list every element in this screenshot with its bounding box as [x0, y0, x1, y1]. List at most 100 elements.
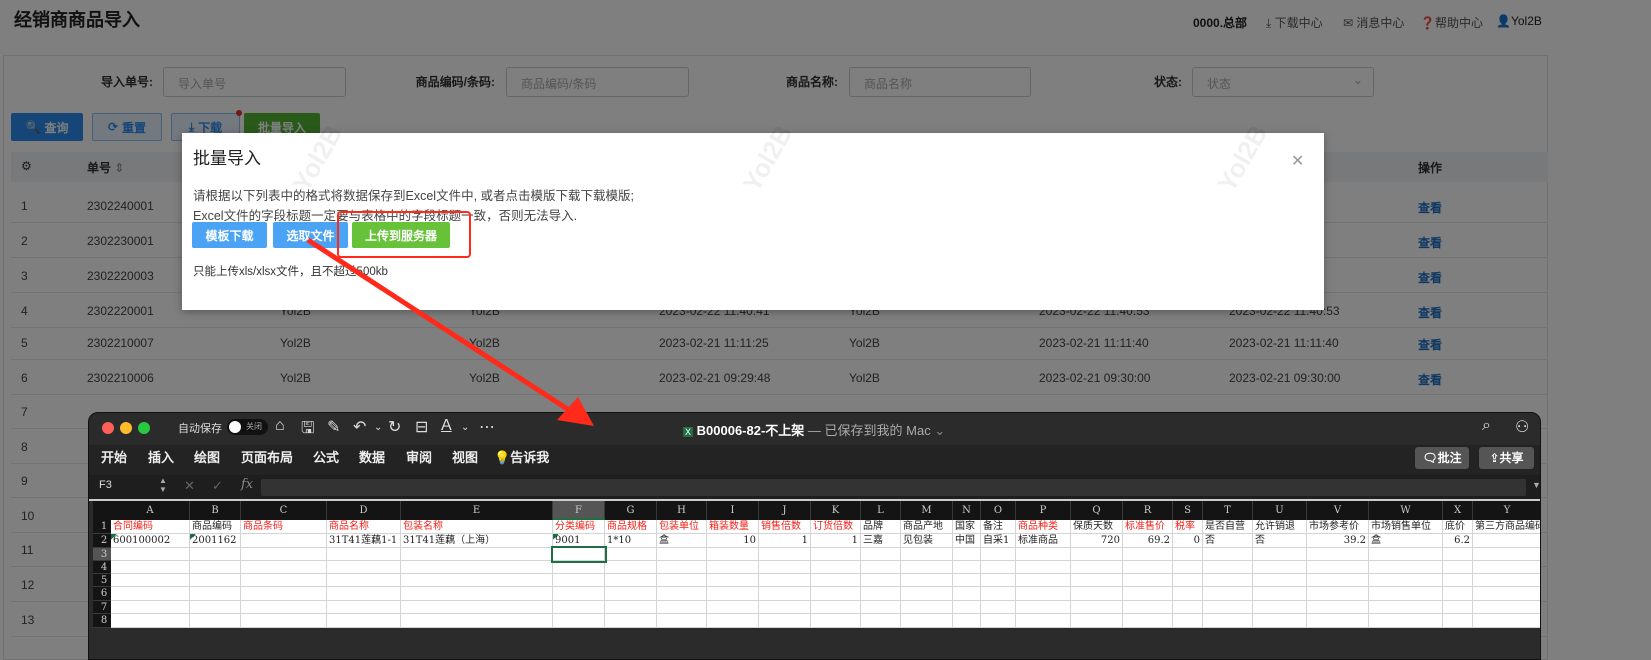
ribbon-tab[interactable]: 插入	[148, 447, 174, 466]
sheet-cell[interactable]	[707, 574, 759, 587]
column-header[interactable]: Q	[1071, 501, 1123, 520]
sheet-cell[interactable]	[1443, 601, 1473, 614]
sheet-cell[interactable]: 31T41莲藕（上海）	[401, 534, 553, 548]
sheet-cell[interactable]	[327, 574, 401, 587]
sheet-cell[interactable]	[1071, 548, 1123, 561]
fit-icon[interactable]: ⊟	[415, 417, 428, 437]
sheet-cell[interactable]	[401, 548, 553, 561]
column-header[interactable]: D	[327, 501, 401, 520]
sheet-cell[interactable]	[241, 587, 327, 601]
sheet-cell[interactable]: 品牌	[861, 520, 901, 534]
sheet-cell[interactable]	[111, 574, 190, 587]
sheet-cell[interactable]	[1173, 548, 1203, 561]
sheet-cell[interactable]	[1369, 587, 1443, 601]
sheet-cell[interactable]	[1473, 534, 1540, 548]
sheet-cell[interactable]	[1173, 561, 1203, 574]
sheet-cell[interactable]: 31T41莲藕1-1	[327, 534, 401, 548]
sheet-cell[interactable]	[605, 574, 657, 587]
formula-input[interactable]	[261, 479, 1526, 496]
sheet-cell[interactable]: 允许销退	[1253, 520, 1307, 534]
sheet-cell[interactable]	[1253, 561, 1307, 574]
sheet-cell[interactable]	[861, 548, 901, 561]
sheet-cell[interactable]	[1307, 614, 1369, 628]
sheet-cell[interactable]: 保质天数	[1071, 520, 1123, 534]
sheet-cell[interactable]	[811, 601, 861, 614]
sheet-cell[interactable]	[1307, 548, 1369, 561]
redo-icon[interactable]: ↻	[388, 417, 401, 437]
sheet-cell[interactable]	[1123, 561, 1173, 574]
sheet-cell[interactable]: 国家	[953, 520, 981, 534]
template-download-button[interactable]: 模板下载	[192, 222, 267, 248]
sheet-cell[interactable]	[111, 561, 190, 574]
sheet-cell[interactable]: 订货倍数	[811, 520, 861, 534]
sheet-cell[interactable]	[605, 548, 657, 561]
sheet-cell[interactable]	[1071, 587, 1123, 601]
autosave-toggle[interactable]: 关闭	[227, 419, 268, 435]
sheet-cell[interactable]	[241, 534, 327, 548]
sheet-cell[interactable]	[1123, 548, 1173, 561]
sheet-cell[interactable]	[981, 574, 1016, 587]
sheet-cell[interactable]	[1016, 587, 1071, 601]
sheet-cell[interactable]	[953, 587, 981, 601]
sheet-cell[interactable]	[1307, 574, 1369, 587]
sheet-cell[interactable]: 包装名称	[401, 520, 553, 534]
sheet-cell[interactable]	[1203, 548, 1253, 561]
sheet-cell[interactable]	[1443, 587, 1473, 601]
sheet-cell[interactable]	[605, 561, 657, 574]
column-header[interactable]: N	[953, 501, 981, 520]
name-box[interactable]: F3	[99, 479, 112, 491]
sheet-cell[interactable]: 备注	[981, 520, 1016, 534]
ribbon-tab[interactable]: 💡告诉我	[494, 447, 549, 466]
sheet-cell[interactable]	[111, 587, 190, 601]
sheet-cell[interactable]	[1443, 574, 1473, 587]
sheet-cell[interactable]: 商品条码	[241, 520, 327, 534]
sheet-cell[interactable]: 商品规格	[605, 520, 657, 534]
sheet-cell[interactable]: 1*10	[605, 534, 657, 548]
sheet-cell[interactable]	[605, 587, 657, 601]
sheet-cell[interactable]	[1253, 601, 1307, 614]
sheet-cell[interactable]	[861, 601, 901, 614]
sheet-cell[interactable]	[707, 587, 759, 601]
ribbon-tab[interactable]: 公式	[313, 447, 339, 466]
sheet-cell[interactable]: 标准售价	[1123, 520, 1173, 534]
sheet-cell[interactable]: 标准商品	[1016, 534, 1071, 548]
cancel-icon[interactable]: ✕	[184, 478, 195, 494]
sheet-cell[interactable]: 否	[1203, 534, 1253, 548]
column-header[interactable]: C	[241, 501, 327, 520]
sheet-cell[interactable]	[241, 614, 327, 628]
sheet-cell[interactable]	[901, 614, 953, 628]
sheet-cell[interactable]	[401, 574, 553, 587]
sheet-cell[interactable]	[190, 614, 241, 628]
sheet-cell[interactable]	[241, 574, 327, 587]
ribbon-tab[interactable]: 绘图	[194, 447, 220, 466]
confirm-icon[interactable]: ✓	[212, 478, 223, 494]
ribbon-tab[interactable]: 开始	[101, 447, 127, 466]
sheet-cell[interactable]	[1253, 548, 1307, 561]
sheet-cell[interactable]	[241, 601, 327, 614]
sheet-cell[interactable]: 商品名称	[327, 520, 401, 534]
sheet-cell[interactable]: 720	[1071, 534, 1123, 548]
sheet-cell[interactable]	[657, 561, 707, 574]
sheet-cell[interactable]	[657, 601, 707, 614]
sheet-cell[interactable]	[981, 587, 1016, 601]
sheet-cell[interactable]: 商品编码	[190, 520, 241, 534]
sheet-cell[interactable]: 1	[759, 534, 811, 548]
sheet-cell[interactable]: 合同编码	[111, 520, 190, 534]
column-header[interactable]: O	[981, 501, 1016, 520]
sheet-cell[interactable]	[1473, 548, 1540, 561]
undo-icon[interactable]: ↶	[353, 417, 366, 437]
sheet-cell[interactable]	[190, 548, 241, 561]
sheet-cell[interactable]: 是否自营	[1203, 520, 1253, 534]
sheet-cell[interactable]	[901, 574, 953, 587]
function-icon[interactable]: fx	[241, 477, 253, 492]
sheet-cell[interactable]	[553, 601, 605, 614]
sheet-cell[interactable]: 盒	[657, 534, 707, 548]
sheet-cell[interactable]: 否	[1253, 534, 1307, 548]
sheet-cell[interactable]	[190, 561, 241, 574]
sheet-cell[interactable]	[861, 614, 901, 628]
sheet-cell[interactable]	[1203, 587, 1253, 601]
sheet-cell[interactable]	[327, 587, 401, 601]
sheet-cell[interactable]	[861, 574, 901, 587]
column-header[interactable]: U	[1253, 501, 1307, 520]
ribbon-tab[interactable]: 数据	[359, 447, 385, 466]
